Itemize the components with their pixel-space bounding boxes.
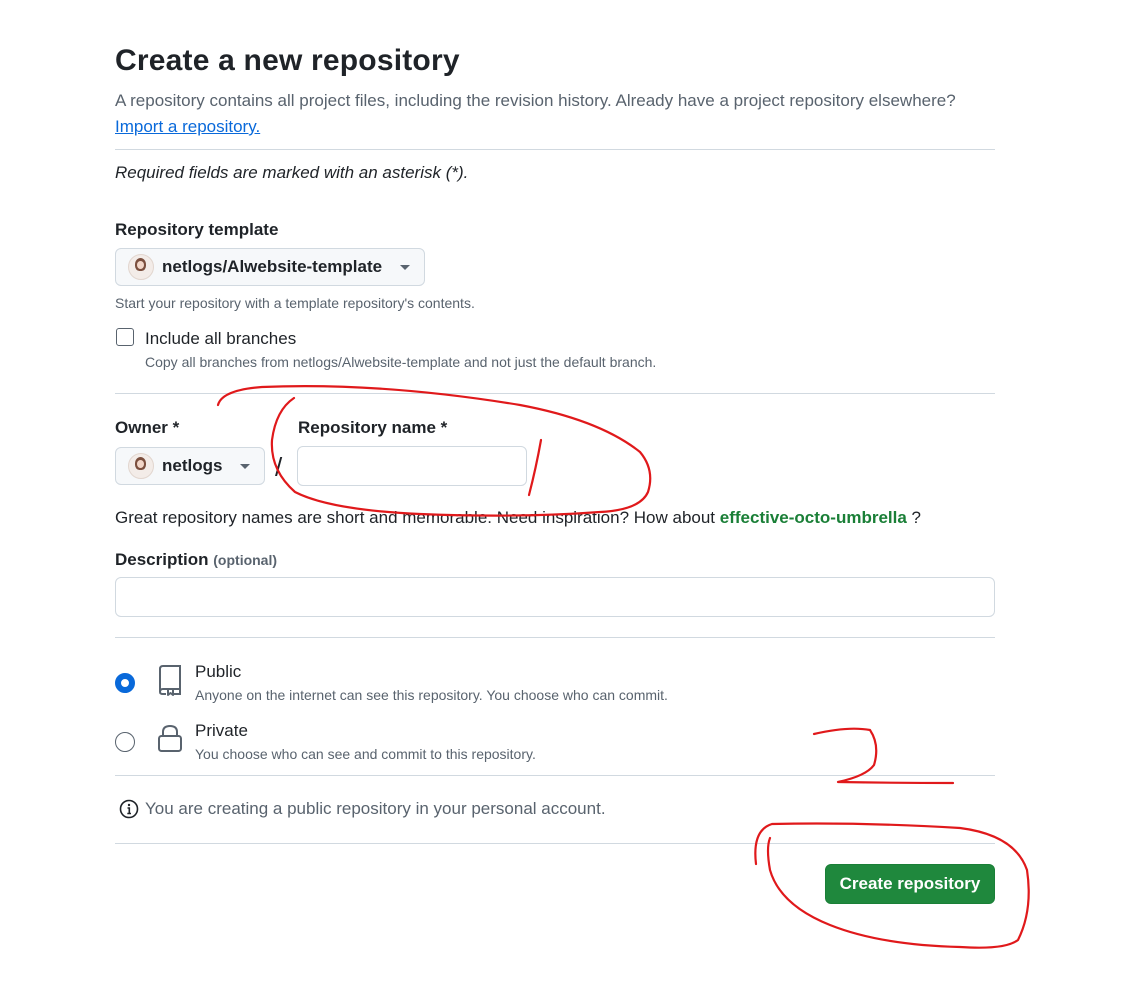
- include-branches-hint: Copy all branches from netlogs/Alwebsite…: [145, 354, 657, 370]
- info-icon: [119, 799, 139, 819]
- name-suggestion-button[interactable]: effective-octo-umbrella: [720, 508, 907, 527]
- annotation-overlay: [216, 385, 1030, 949]
- private-hint: You choose who can see and commit to thi…: [195, 746, 536, 762]
- template-select-value: netlogs/Alwebsite-template: [162, 257, 383, 276]
- page-title: Create a new repository: [115, 44, 460, 77]
- repo-icon: [159, 665, 181, 696]
- avatar: [128, 453, 154, 479]
- template-label: Repository template: [115, 220, 279, 239]
- annotation-tick-mark: [527, 438, 543, 497]
- include-branches-label: Include all branches: [145, 329, 297, 348]
- private-radio[interactable]: [115, 732, 135, 752]
- repo-name-hint: Great repository names are short and mem…: [115, 508, 921, 528]
- page-description-text: A repository contains all project files,…: [115, 91, 956, 110]
- description-label: Description (optional): [115, 550, 277, 570]
- description-label-text: Description: [115, 550, 209, 569]
- divider: [115, 843, 995, 844]
- create-repository-button[interactable]: Create repository: [825, 864, 995, 904]
- divider: [115, 393, 995, 394]
- owner-label: Owner *: [115, 418, 180, 437]
- template-select-button[interactable]: netlogs/Alwebsite-template: [115, 248, 426, 286]
- repo-name-hint-text: Great repository names are short and mem…: [115, 508, 716, 527]
- owner-select-button[interactable]: netlogs: [115, 447, 265, 485]
- page-description: A repository contains all project files,…: [115, 88, 995, 140]
- public-radio[interactable]: [115, 673, 135, 693]
- description-input[interactable]: [115, 577, 995, 617]
- info-text: You are creating a public repository in …: [145, 799, 606, 818]
- public-label: Public: [195, 662, 242, 681]
- include-branches-checkbox[interactable]: [116, 328, 134, 346]
- divider: [115, 637, 995, 638]
- lock-icon: [158, 724, 182, 752]
- required-fields-note: Required fields are marked with an aster…: [115, 163, 469, 182]
- caret-down-icon: [400, 264, 411, 270]
- import-repository-link[interactable]: Import a repository.: [115, 117, 260, 136]
- info-message: You are creating a public repository in …: [119, 799, 606, 819]
- repo-name-hint-suffix: ?: [911, 508, 922, 527]
- optional-badge: (optional): [213, 552, 278, 568]
- owner-repo-separator: /: [275, 452, 283, 482]
- owner-select-value: netlogs: [162, 456, 223, 475]
- divider: [115, 149, 995, 150]
- avatar: [128, 254, 154, 280]
- divider: [115, 775, 995, 776]
- caret-down-icon: [240, 463, 251, 469]
- repo-name-label: Repository name *: [298, 418, 448, 437]
- template-hint: Start your repository with a template re…: [115, 295, 475, 311]
- repo-name-input[interactable]: [297, 446, 527, 486]
- public-hint: Anyone on the internet can see this repo…: [195, 687, 668, 703]
- private-label: Private: [195, 721, 248, 740]
